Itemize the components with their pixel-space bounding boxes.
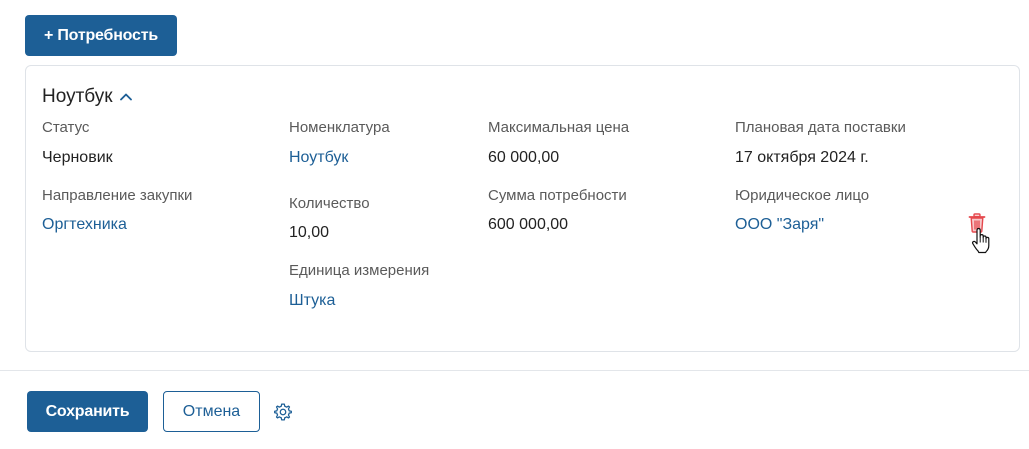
gear-icon[interactable]	[273, 402, 293, 422]
unit-label: Единица измерения	[289, 262, 430, 279]
quantity-label: Количество	[289, 195, 370, 212]
chevron-up-icon[interactable]	[119, 90, 133, 104]
card-title: Ноутбук	[42, 86, 113, 107]
quantity-value: 10,00	[289, 224, 330, 241]
nomenclature-link[interactable]: Ноутбук	[289, 149, 348, 167]
purchase-direction-label: Направление закупки	[42, 187, 193, 204]
need-sum-value: 600 000,00	[488, 216, 569, 233]
unit-link[interactable]: Штука	[289, 292, 335, 310]
legal-entity-label: Юридическое лицо	[735, 187, 870, 204]
planned-delivery-value: 17 октября 2024 г.	[735, 149, 869, 166]
add-need-button[interactable]: + Потребность	[25, 15, 177, 56]
footer-divider	[0, 370, 1029, 371]
nomenclature-label: Номенклатура	[289, 119, 390, 136]
status-label: Статус	[42, 119, 90, 136]
legal-entity-link[interactable]: ООО "Заря"	[735, 216, 824, 234]
planned-delivery-label: Плановая дата поставки	[735, 119, 906, 136]
save-button[interactable]: Сохранить	[27, 391, 148, 432]
cancel-button[interactable]: Отмена	[163, 391, 260, 432]
max-price-value: 60 000,00	[488, 149, 560, 166]
status-value: Черновик	[42, 149, 113, 166]
card-header: Ноутбук	[42, 86, 133, 108]
need-sum-label: Сумма потребности	[488, 187, 627, 204]
purchase-direction-link[interactable]: Оргтехника	[42, 216, 127, 234]
hand-cursor-icon	[971, 227, 990, 254]
need-card: Ноутбук Статус Черновик Направление заку…	[25, 65, 1020, 352]
max-price-label: Максимальная цена	[488, 119, 630, 136]
